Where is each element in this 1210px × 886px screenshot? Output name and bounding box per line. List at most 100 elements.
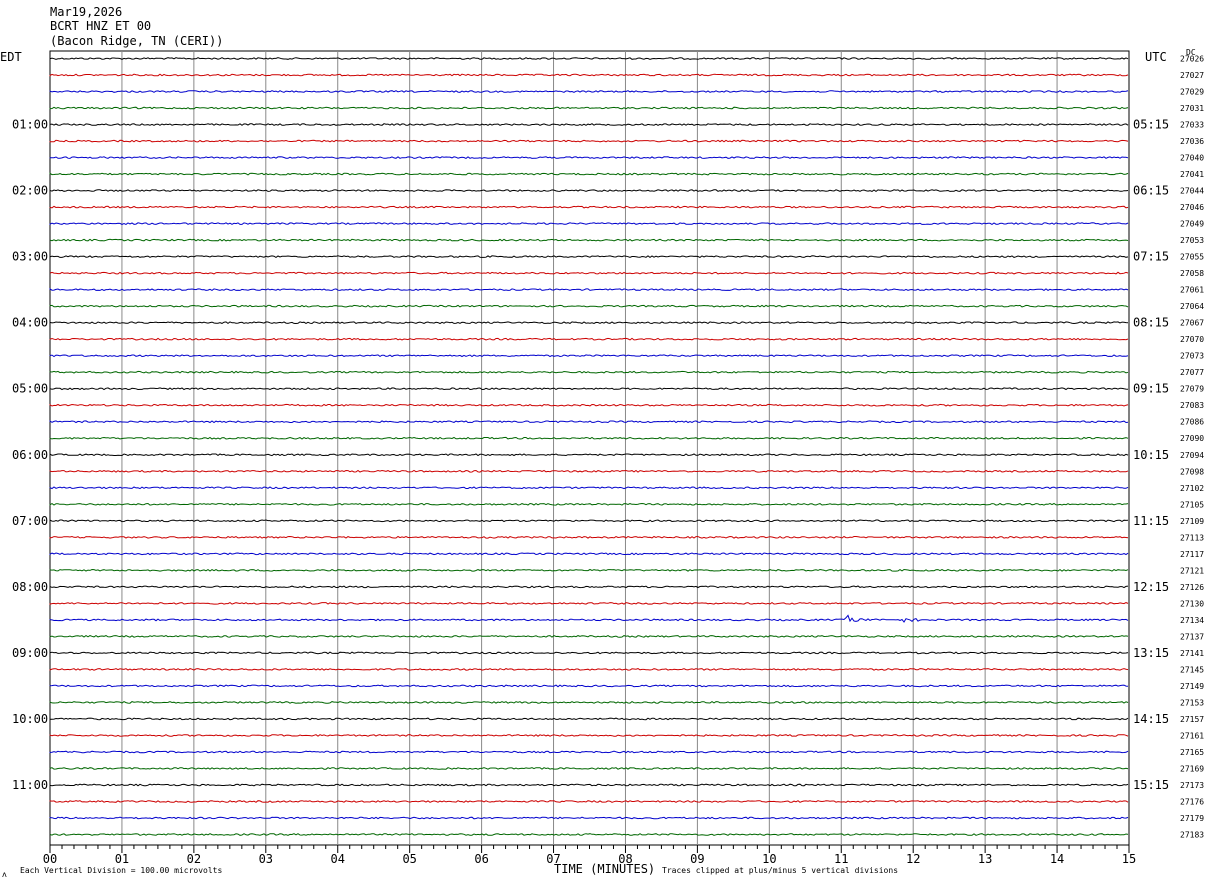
trace-9 [49,205,1129,209]
trace-26 [49,486,1129,490]
right-hour-label: 08:15 [1133,316,1169,330]
dc-offset-label: 27058 [1180,269,1204,278]
trace-24 [49,453,1129,457]
trace-13 [49,271,1129,275]
left-hour-label: 03:00 [12,250,48,264]
dc-offset-label: 27153 [1180,698,1204,707]
dc-offset-label: 27027 [1180,71,1204,80]
dc-offset-label: 27026 [1180,55,1204,64]
dc-offset-label: 27031 [1180,104,1204,113]
dc-offset-label: 27064 [1180,302,1204,311]
right-hour-label: 13:15 [1133,646,1169,660]
trace-28 [49,519,1129,523]
dc-offset-label: 27141 [1180,649,1204,658]
trace-23 [49,436,1129,440]
trace-33 [49,601,1129,605]
x-tick-label: 11 [834,852,848,866]
dc-offset-label: 27055 [1180,253,1204,262]
trace-39 [49,700,1129,704]
trace-32 [49,585,1129,589]
trace-44 [49,783,1129,787]
dc-offset-label: 27090 [1180,434,1204,443]
trace-4 [49,123,1129,126]
x-tick-label: 06 [474,852,488,866]
dc-offset-label: 27134 [1180,616,1204,625]
trace-25 [49,469,1129,473]
clip-note: Traces clipped at plus/minus 5 vertical … [662,866,899,875]
left-hour-label: 08:00 [12,580,48,594]
x-tick-label: 02 [187,852,201,866]
trace-12 [49,255,1129,259]
trace-47 [49,833,1129,836]
dc-offset-label: 27067 [1180,319,1204,328]
dc-offset-label: 27040 [1180,154,1204,163]
left-hour-label: 05:00 [12,382,48,396]
dc-offset-label: 27137 [1180,632,1204,641]
x-axis-label: TIME (MINUTES) [554,862,656,876]
right-hour-label: 12:15 [1133,580,1169,594]
trace-34 [49,614,1129,623]
trace-35 [49,635,1129,638]
trace-11 [49,238,1129,242]
trace-17 [49,337,1129,341]
left-hour-label: 10:00 [12,712,48,726]
right-hour-label: 09:15 [1133,382,1169,396]
x-tick-label: 14 [1050,852,1064,866]
left-hour-label: 11:00 [12,778,48,792]
dc-offset-label: 27102 [1180,484,1204,493]
dc-offset-label: 27109 [1180,517,1204,526]
x-tick-label: 15 [1122,852,1136,866]
trace-46 [49,816,1129,820]
dc-offset-label: 27053 [1180,236,1204,245]
dc-offset-label: 27157 [1180,715,1204,724]
dc-offset-label: 27121 [1180,566,1204,575]
dc-offset-label: 27161 [1180,731,1204,740]
dc-offset-label: 27070 [1180,335,1204,344]
trace-0 [49,57,1129,60]
left-hour-label: 02:00 [12,184,48,198]
dc-offset-label: 27049 [1180,220,1204,229]
trace-14 [49,287,1129,292]
right-hour-label: 15:15 [1133,778,1169,792]
trace-8 [49,189,1129,193]
dc-offset-label: 27105 [1180,500,1204,509]
left-hour-label: 06:00 [12,448,48,462]
trace-5 [49,139,1129,143]
dc-offset-label: 27041 [1180,170,1204,179]
trace-2 [49,90,1129,93]
trace-45 [49,800,1129,803]
trace-7 [49,172,1129,176]
scale-note: Each Vertical Division = 100.00 microvol… [20,866,223,875]
trace-1 [49,73,1129,77]
trace-30 [49,552,1129,556]
dc-offset-label: 27179 [1180,814,1204,823]
right-hour-label: 14:15 [1133,712,1169,726]
seismogram-plot: 27026 27027 27029 27031 27033 27036 27040 27041… [12,50,1204,866]
trace-3 [49,106,1129,110]
x-tick-label: 03 [259,852,273,866]
x-tick-label: 13 [978,852,992,866]
dc-offset-label: 27083 [1180,401,1204,410]
dc-offset-label: 27061 [1180,286,1204,295]
trace-10 [49,222,1129,226]
dc-offset-label: 27169 [1180,764,1204,773]
dc-offset-label: 27130 [1180,599,1204,608]
right-hour-label: 05:15 [1133,118,1169,132]
left-hour-label: 09:00 [12,646,48,660]
trace-22 [49,420,1129,424]
dc-offset-label: 27044 [1180,187,1204,196]
right-hour-label: 10:15 [1133,448,1169,462]
left-hour-label: 04:00 [12,316,48,330]
dc-offset-label: 27117 [1180,550,1204,559]
dc-offset-label: 27033 [1180,121,1204,130]
dc-offset-label: 27046 [1180,203,1204,212]
x-tick-label: 05 [402,852,416,866]
trace-36 [49,651,1129,655]
trace-18 [49,354,1129,358]
trace-37 [49,668,1129,671]
dc-offset-label: 27165 [1180,748,1204,757]
left-hour-label: 07:00 [12,514,48,528]
trace-41 [49,734,1129,737]
dc-offset-label: 27079 [1180,385,1204,394]
x-tick-label: 09 [690,852,704,866]
